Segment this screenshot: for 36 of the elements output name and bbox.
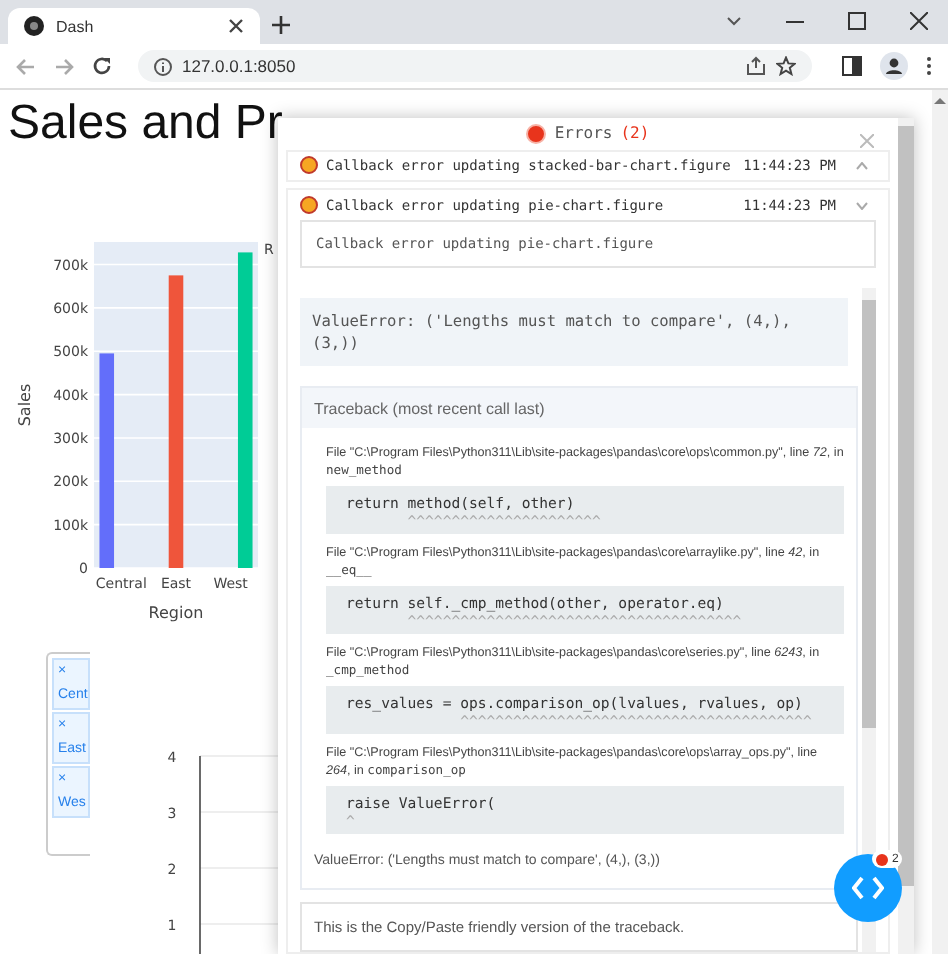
reload-icon[interactable] (92, 56, 112, 76)
close-icon[interactable] (910, 12, 928, 30)
bug-icon (876, 853, 888, 865)
bar[interactable] (99, 353, 115, 568)
address-bar[interactable]: 127.0.0.1:8050 (138, 50, 812, 82)
minimize-icon[interactable] (786, 19, 804, 23)
scrollbar[interactable] (932, 90, 948, 954)
sidebar-icon[interactable] (842, 56, 862, 76)
share-icon[interactable] (746, 56, 766, 76)
error-dot-icon (526, 123, 547, 144)
tab-title: Dash (56, 17, 96, 35)
status-icon (300, 156, 318, 175)
traceback-title: Traceback (most recent call last) (302, 388, 856, 428)
chevron-down-icon[interactable] (726, 15, 742, 27)
profile-icon[interactable] (880, 52, 908, 80)
new-tab-icon[interactable] (272, 16, 290, 34)
code-icon (852, 876, 884, 900)
chevron-up-icon (856, 161, 868, 170)
browser-tab[interactable]: Dash (8, 8, 260, 44)
status-icon (300, 196, 318, 214)
star-icon[interactable] (776, 56, 796, 76)
info-icon (154, 57, 172, 75)
scrollbar[interactable] (862, 288, 876, 952)
maximize-icon[interactable] (848, 12, 866, 30)
axis-title: Sales (16, 383, 34, 427)
axis-title: Region (148, 604, 204, 622)
url-text: 127.0.0.1:8050 (182, 56, 296, 76)
panel-title: Errors (554, 124, 613, 143)
error-count: (2) (620, 124, 650, 143)
scrollbar[interactable] (898, 118, 914, 954)
dash-logo-icon (24, 16, 44, 36)
chevron-down-icon (856, 201, 868, 209)
menu-icon[interactable] (926, 56, 932, 76)
scroll-up-icon[interactable] (934, 96, 946, 106)
close-icon[interactable] (228, 18, 244, 34)
page-title: Sales and Pr (8, 98, 283, 150)
